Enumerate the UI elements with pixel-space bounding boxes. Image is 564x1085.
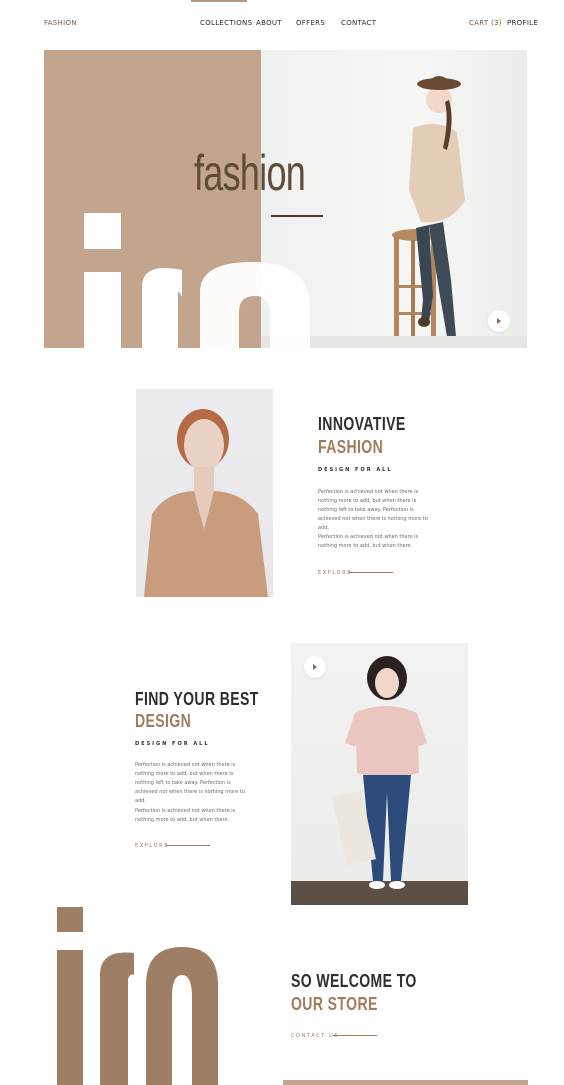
section3-title-line1: SO WELCOME TO	[291, 971, 417, 991]
section1-title-line2: FASHION	[318, 437, 384, 457]
nav-link-collections[interactable]: COLLECTIONS	[200, 19, 252, 27]
hero-play-button[interactable]	[488, 310, 510, 332]
section1-title-line1: INNOVATIVE	[318, 414, 406, 434]
section2-play-button[interactable]	[304, 656, 326, 678]
section1-paragraph-1: Perfection is achieved not when there is…	[318, 489, 428, 531]
cart-link[interactable]: CART (3)	[469, 19, 502, 27]
brand-logo[interactable]: FASHION	[44, 19, 77, 27]
contact-us-line	[333, 1035, 377, 1036]
footer-big-letter-dot	[57, 907, 83, 932]
big-letter-dot	[84, 213, 121, 249]
section2-explore-link[interactable]: EXPLORE	[135, 843, 169, 849]
section2-title-line1: FIND YOUR BEST	[135, 689, 259, 709]
footer-color-band	[283, 1080, 528, 1085]
hero-title: fashion	[194, 145, 306, 201]
nav-link-about[interactable]: ABOUT	[256, 19, 282, 27]
nav-link-offers[interactable]: OFFERS	[296, 19, 325, 27]
section2-photo	[291, 643, 468, 905]
section2-paragraph-2: Perfection is achieved not when there is…	[135, 808, 236, 823]
play-icon	[497, 318, 501, 324]
section1-subtitle: DESIGN FOR ALL	[318, 467, 393, 473]
section2-explore-line	[166, 845, 210, 846]
profile-link[interactable]: PROFILE	[507, 19, 538, 27]
section3-title-line2: OUR STORE	[291, 994, 378, 1014]
footer-big-letter-i	[57, 950, 83, 1085]
section1-explore-line	[349, 572, 393, 573]
footer-big-letter-rn	[100, 947, 218, 1085]
section2-subtitle: DESIGN FOR ALL	[135, 741, 210, 747]
hero-banner: fashion	[44, 50, 527, 348]
nav-active-indicator	[191, 0, 247, 2]
play-icon	[313, 664, 317, 670]
big-letter-rn	[142, 262, 310, 348]
section1-paragraph-2: Perfection is achieved not when there is…	[318, 534, 419, 549]
section2-model-illustration	[291, 656, 468, 905]
nav-link-contact[interactable]: CONTACT	[341, 19, 376, 27]
section1-explore-link[interactable]: EXPLORE	[318, 570, 352, 576]
section2-paragraph-1: Perfection is achieved not when there is…	[135, 762, 245, 804]
contact-us-link[interactable]: CONTACT US	[291, 1033, 339, 1039]
hero-title-underline	[271, 215, 323, 217]
big-letter-i	[84, 272, 121, 348]
section1-photo	[136, 389, 273, 597]
section1-model-illustration	[144, 409, 268, 597]
section2-title-line2: DESIGN	[135, 711, 192, 731]
